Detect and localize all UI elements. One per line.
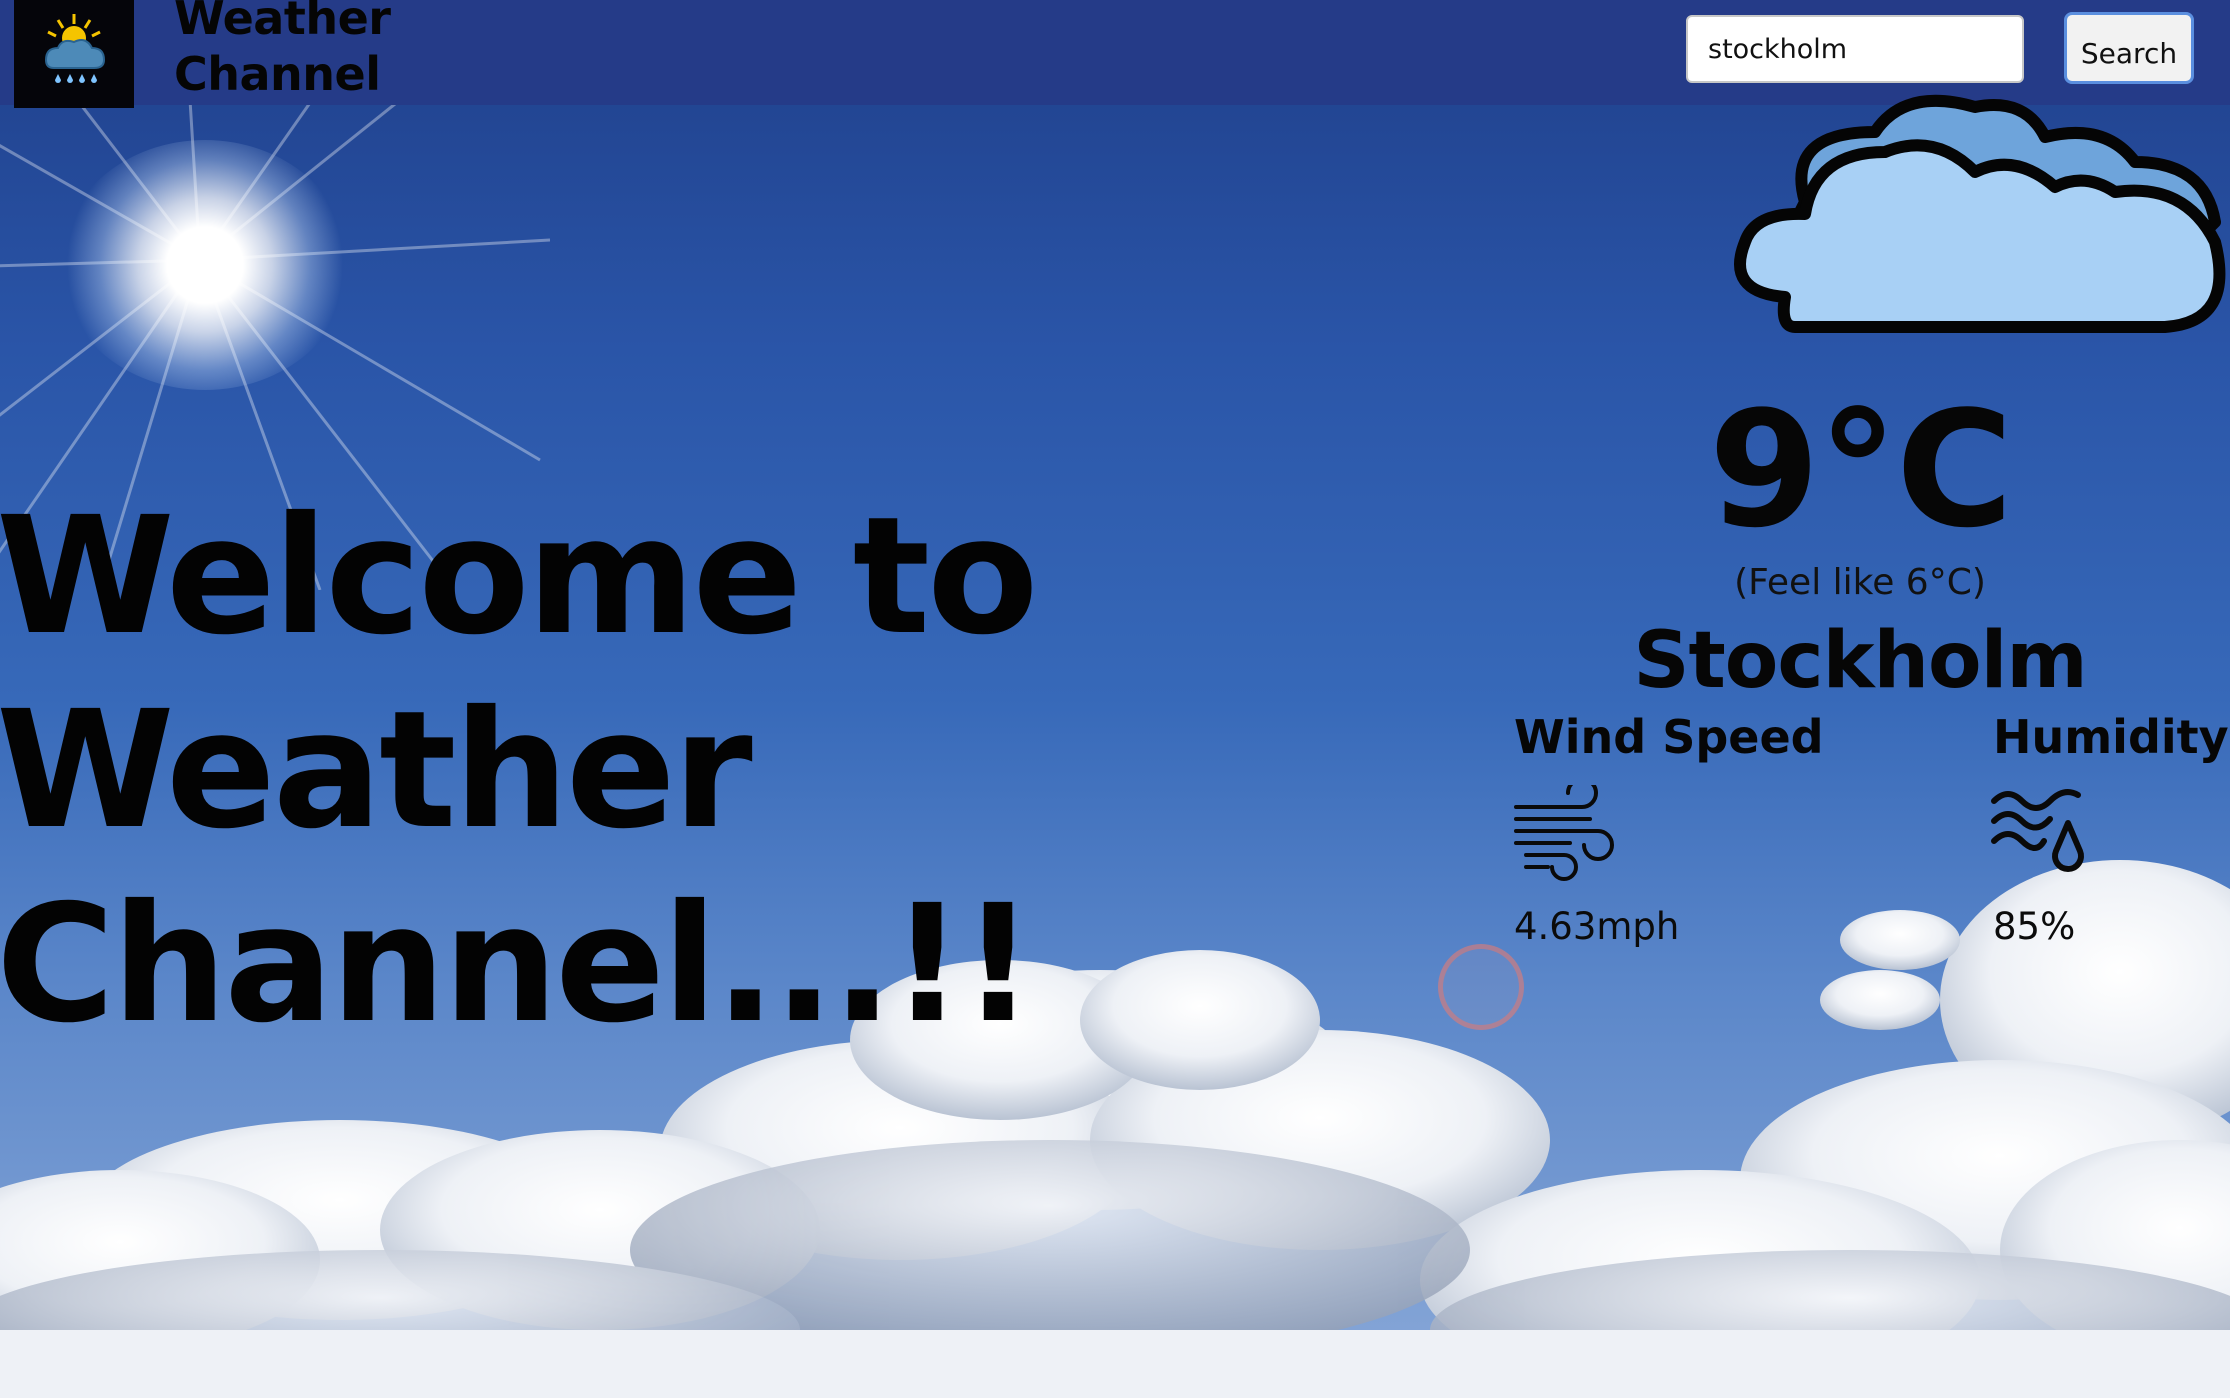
city-name: Stockholm — [1633, 616, 2087, 706]
brand-line-2: Channel — [174, 47, 381, 101]
wind-icon — [1514, 785, 1614, 881]
feels-like-text: (Feel like 6°C) — [1734, 562, 1986, 603]
search-button[interactable]: Search — [2064, 12, 2194, 84]
welcome-line-1: Welcome to — [0, 483, 1038, 671]
sun-cloud-rain-icon — [44, 14, 106, 83]
logo[interactable] — [14, 0, 134, 108]
wind-speed-value: 4.63mph — [1514, 905, 1680, 948]
page: Weather Channel Search Welcome to Weathe… — [0, 0, 2230, 1398]
humidity-icon — [1991, 789, 2084, 872]
brand-title: Weather Channel — [174, 0, 391, 102]
welcome-heading: Welcome to Weather Channel...!! — [0, 480, 1096, 1062]
temperature-value: 9°C — [1708, 376, 2014, 563]
top-navbar: Weather Channel Search — [0, 0, 2230, 108]
welcome-line-2: Weather — [0, 677, 753, 865]
humidity-value: 85% — [1993, 905, 2076, 948]
wind-speed-label: Wind Speed — [1514, 710, 1824, 764]
humidity-label: Humidity — [1993, 710, 2229, 764]
search-input[interactable] — [1686, 15, 2024, 83]
brand-line-1: Weather — [174, 0, 391, 45]
cloud-icon — [1734, 94, 2226, 333]
welcome-line-3: Channel...!! — [0, 871, 1035, 1059]
